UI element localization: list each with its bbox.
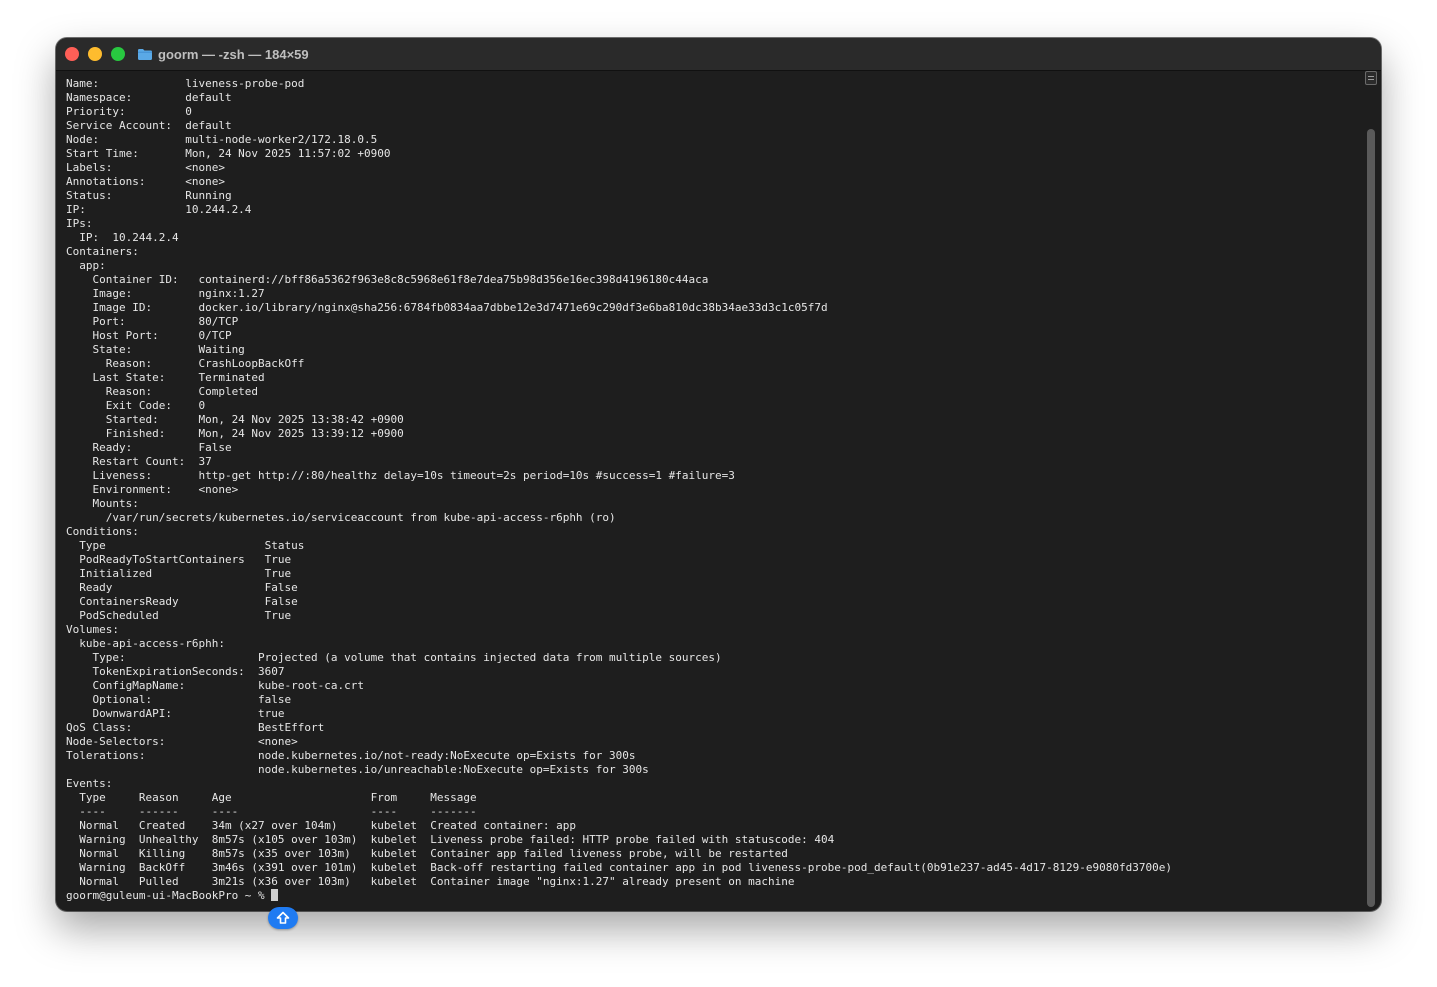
terminal-line: Tolerations: node.kubernetes.io/not-read…	[66, 749, 636, 762]
terminal-line: Type: Projected (a volume that contains …	[66, 651, 722, 664]
terminal-line: Reason: Completed	[66, 385, 259, 398]
terminal-line: Priority: 0	[66, 105, 192, 118]
terminal-lines: Name: liveness-probe-pod Namespace: defa…	[66, 77, 1172, 888]
terminal-line: Mounts:	[66, 497, 139, 510]
terminal-line: PodScheduled True	[66, 609, 292, 622]
terminal-line: ---- ------ ---- ---- -------	[66, 805, 477, 818]
terminal-line: Reason: CrashLoopBackOff	[66, 357, 305, 370]
terminal-line: Image ID: docker.io/library/nginx@sha256…	[66, 301, 828, 314]
shift-up-arrow-icon[interactable]	[268, 907, 298, 929]
terminal-line: Normal Pulled 3m21s (x36 over 103m) kube…	[66, 875, 795, 888]
terminal-line: Containers:	[66, 245, 139, 258]
terminal-line: Liveness: http-get http://:80/healthz de…	[66, 469, 735, 482]
terminal-line: Service Account: default	[66, 119, 232, 132]
terminal-line: IP: 10.244.2.4	[66, 203, 252, 216]
scrollbar-menu-icon[interactable]	[1365, 71, 1377, 85]
zoom-button[interactable]	[111, 47, 125, 61]
terminal-line: ContainersReady False	[66, 595, 298, 608]
terminal-line: Normal Killing 8m57s (x35 over 103m) kub…	[66, 847, 788, 860]
terminal-line: Optional: false	[66, 693, 292, 706]
folder-icon	[138, 48, 152, 60]
terminal-line: Normal Created 34m (x27 over 104m) kubel…	[66, 819, 576, 832]
terminal-line: TokenExpirationSeconds: 3607	[66, 665, 285, 678]
terminal-line: Last State: Terminated	[66, 371, 265, 384]
title-bar[interactable]: goorm — -zsh — 184×59	[56, 38, 1381, 71]
window-title-group: goorm — -zsh — 184×59	[138, 38, 309, 70]
terminal-line: Namespace: default	[66, 91, 232, 104]
terminal-line: Warning BackOff 3m46s (x391 over 101m) k…	[66, 861, 1172, 874]
scrollbar[interactable]	[1365, 71, 1377, 908]
terminal-line: Environment: <none>	[66, 483, 239, 496]
terminal-output[interactable]: Name: liveness-probe-pod Namespace: defa…	[66, 77, 1366, 907]
terminal-line: app:	[66, 259, 106, 272]
terminal-line: Annotations: <none>	[66, 175, 225, 188]
terminal-line: Started: Mon, 24 Nov 2025 13:38:42 +0900	[66, 413, 404, 426]
terminal-line: Exit Code: 0	[66, 399, 206, 412]
terminal-line: DownwardAPI: true	[66, 707, 285, 720]
terminal-line: Container ID: containerd://bff86a5362f96…	[66, 273, 709, 286]
terminal-line: IP: 10.244.2.4	[66, 231, 179, 244]
terminal-line: Type Reason Age From Message	[66, 791, 477, 804]
terminal-line: Node-Selectors: <none>	[66, 735, 298, 748]
terminal-line: Name: liveness-probe-pod	[66, 77, 305, 90]
terminal-line: PodReadyToStartContainers True	[66, 553, 292, 566]
close-button[interactable]	[65, 47, 79, 61]
terminal-line: Labels: <none>	[66, 161, 225, 174]
arrow-up-icon	[276, 911, 290, 924]
window-title: goorm — -zsh — 184×59	[158, 46, 309, 62]
terminal-line: Start Time: Mon, 24 Nov 2025 11:57:02 +0…	[66, 147, 391, 160]
terminal-window: goorm — -zsh — 184×59 Name: liveness-pro…	[56, 38, 1381, 911]
terminal-line: Port: 80/TCP	[66, 315, 239, 328]
terminal-line: State: Waiting	[66, 343, 245, 356]
terminal-line: QoS Class: BestEffort	[66, 721, 325, 734]
terminal-line: ConfigMapName: kube-root-ca.crt	[66, 679, 365, 692]
terminal-line: Ready: False	[66, 441, 232, 454]
minimize-button[interactable]	[88, 47, 102, 61]
terminal-line: Initialized True	[66, 567, 292, 580]
terminal-line: Warning Unhealthy 8m57s (x105 over 103m)…	[66, 833, 835, 846]
terminal-line: Finished: Mon, 24 Nov 2025 13:39:12 +090…	[66, 427, 404, 440]
terminal-line: Events:	[66, 777, 113, 790]
terminal-line: Host Port: 0/TCP	[66, 329, 232, 342]
terminal-line: IPs:	[66, 217, 93, 230]
terminal-line: node.kubernetes.io/unreachable:NoExecute…	[66, 763, 649, 776]
terminal-line: kube-api-access-r6phh:	[66, 637, 225, 650]
text-cursor	[271, 889, 279, 901]
terminal-line: Status: Running	[66, 189, 232, 202]
terminal-line: Ready False	[66, 581, 298, 594]
shell-prompt: goorm@guleum-ui-MacBookPro ~ %	[66, 889, 272, 902]
terminal-line: Type Status	[66, 539, 305, 552]
terminal-line: /var/run/secrets/kubernetes.io/serviceac…	[66, 511, 616, 524]
terminal-line: Conditions:	[66, 525, 139, 538]
terminal-line: Node: multi-node-worker2/172.18.0.5	[66, 133, 378, 146]
terminal-line: Restart Count: 37	[66, 455, 212, 468]
terminal-line: Image: nginx:1.27	[66, 287, 265, 300]
scrollbar-thumb[interactable]	[1367, 129, 1375, 907]
terminal-line: Volumes:	[66, 623, 119, 636]
